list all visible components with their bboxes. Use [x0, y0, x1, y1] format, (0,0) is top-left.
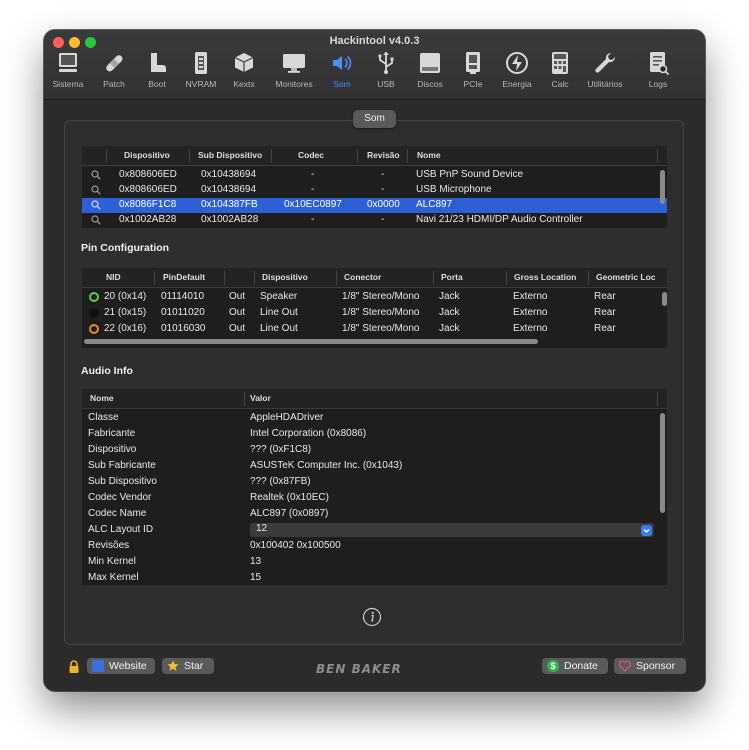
bandage-icon	[106, 55, 123, 72]
ben-baker-logo: BEN BAKER	[316, 662, 402, 676]
sponsor-button[interactable]: Sponsor	[614, 658, 686, 674]
audio-info-table[interactable]: Nome Valor Classe AppleHDADriver Fabrican…	[82, 389, 667, 585]
column-header-dispositivo[interactable]: Dispositivo	[262, 272, 308, 282]
info-icon[interactable]	[362, 607, 382, 627]
dollar-icon: $	[547, 660, 559, 672]
hackintool-window: Hackintool v4.0.3 Sistema Patch Boot NVR…	[44, 30, 705, 691]
info-row-codec-vendor[interactable]: Codec Vendor Realtek (0x10EC)	[82, 491, 667, 506]
pin-horizontal-scrollbar[interactable]	[84, 339, 538, 344]
sponsor-button-label: Sponsor	[636, 660, 676, 672]
info-row-sub-fabricante[interactable]: Sub Fabricante ASUSTeK Computer Inc. (0x1…	[82, 459, 667, 474]
audio-info-title: Audio Info	[81, 365, 133, 377]
globe-icon	[92, 660, 104, 672]
toolbar-item-monitores[interactable]: Monitores	[274, 50, 314, 89]
info-row-sub-dispositivo[interactable]: Sub Dispositivo??? (0x87FB)	[82, 475, 667, 490]
titlebar: Hackintool v4.0.3 Sistema Patch Boot NVR…	[44, 30, 705, 100]
lock-icon[interactable]	[68, 660, 80, 673]
column-header-dispositivo[interactable]: Dispositivo	[124, 150, 170, 160]
star-button[interactable]: Star	[162, 658, 214, 674]
pin-row[interactable]: 22 (0x16) 01016030 Out Line Out 1/8" Ste…	[82, 322, 667, 337]
pin-status-dot	[89, 308, 99, 318]
toolbar-label: Logs	[648, 79, 668, 89]
search-icon[interactable]	[91, 185, 101, 195]
info-row-max-kernel[interactable]: Max Kernel 15	[82, 571, 667, 585]
log-icon	[650, 52, 670, 76]
toolbar-item-utilitarios[interactable]: Utilitários	[585, 50, 625, 89]
energy-icon	[506, 52, 528, 74]
devices-vertical-scrollbar[interactable]	[660, 170, 665, 204]
website-button-label: Website	[109, 660, 147, 672]
column-header-revisao[interactable]: Revisão	[367, 150, 400, 160]
audio-info-header: Nome Valor	[82, 389, 667, 409]
pin-status-dot	[89, 324, 99, 334]
svg-text:$: $	[550, 661, 555, 671]
column-header-nome[interactable]: Nome	[90, 393, 114, 403]
disk-icon	[420, 53, 440, 73]
toolbar-item-sistema[interactable]: Sistema	[48, 50, 88, 89]
toolbar-label: Utilitários	[587, 79, 623, 89]
pin-row[interactable]: 20 (0x14) 01114010 Out Speaker 1/8" Ster…	[82, 290, 667, 305]
table-row-selected[interactable]: 0x8086F1C8 0x104387FB 0x10EC0897 0x0000 …	[82, 198, 667, 213]
info-row-revisoes[interactable]: Revisões 0x100402 0x100500	[82, 539, 667, 554]
pin-table-header: NID PinDefault Dispositivo Conector Port…	[82, 268, 667, 288]
toolbar: Sistema Patch Boot NVRAM Kexts Monitores…	[44, 50, 705, 98]
info-row-codec-name[interactable]: Codec Name ALC897 (0x0897)	[82, 507, 667, 522]
toolbar-item-calc[interactable]: Calc	[540, 50, 580, 89]
table-row[interactable]: 0x808606ED 0x10438694 - - USB Microphone	[82, 183, 667, 198]
website-button[interactable]: Website	[87, 658, 155, 674]
pcie-card-icon	[466, 52, 480, 74]
search-icon[interactable]	[91, 215, 101, 225]
alc-layout-id-select[interactable]: 12	[250, 523, 654, 537]
column-header-sub-dispositivo[interactable]: Sub Dispositivo	[198, 150, 262, 160]
info-row-alc-layout-id[interactable]: ALC Layout ID 12	[82, 523, 667, 538]
info-row-classe[interactable]: Classe AppleHDADriver	[82, 411, 667, 426]
donate-button-label: Donate	[564, 660, 598, 672]
table-row[interactable]: 0x808606ED 0x10438694 - - USB PnP Sound …	[82, 168, 667, 183]
column-header-codec[interactable]: Codec	[298, 150, 324, 160]
boot-icon	[151, 53, 166, 72]
info-row-fabricante[interactable]: Fabricante Intel Corporation (0x8086)	[82, 427, 667, 442]
search-icon[interactable]	[91, 170, 101, 180]
donate-button[interactable]: $ Donate	[542, 658, 608, 674]
column-header-gross-location[interactable]: Gross Location	[514, 272, 576, 282]
pin-vertical-scrollbar[interactable]	[662, 292, 667, 306]
toolbar-item-kexts[interactable]: Kexts	[224, 50, 264, 89]
star-button-label: Star	[184, 660, 204, 672]
star-icon	[167, 660, 179, 671]
column-header-valor[interactable]: Valor	[250, 393, 271, 403]
column-header-nome[interactable]: Nome	[417, 150, 441, 160]
column-header-conector[interactable]: Conector	[344, 272, 381, 282]
search-icon[interactable]	[91, 200, 101, 210]
footer-bar: Website Star BEN BAKER $ Donate Sponsor	[44, 655, 705, 681]
devices-table[interactable]: Dispositivo Sub Dispositivo Codec Revisã…	[82, 146, 667, 228]
toolbar-item-logs[interactable]: Logs	[638, 50, 678, 89]
usb-icon	[378, 52, 394, 74]
wrench-icon	[595, 52, 616, 73]
heart-icon	[619, 660, 631, 672]
calculator-icon	[552, 52, 568, 74]
column-header-nid[interactable]: NID	[106, 272, 121, 282]
pin-configuration-table[interactable]: NID PinDefault Dispositivo Conector Port…	[82, 268, 667, 348]
package-icon	[234, 53, 254, 72]
column-header-pindefault[interactable]: PinDefault	[163, 272, 205, 282]
info-row-dispositivo[interactable]: Dispositivo??? (0xF1C8)	[82, 443, 667, 458]
window-title: Hackintool v4.0.3	[329, 35, 420, 47]
devices-table-header: Dispositivo Sub Dispositivo Codec Revisã…	[82, 146, 667, 166]
table-row[interactable]: 0x1002AB28 0x1002AB28 - - Navi 21/23 HDM…	[82, 213, 667, 228]
monitor-icon	[283, 54, 305, 73]
pin-status-dot	[89, 292, 99, 302]
audio-info-vertical-scrollbar[interactable]	[660, 413, 665, 513]
column-header-geometric-location[interactable]: Geometric Loc	[596, 272, 656, 282]
chevron-down-icon[interactable]	[641, 524, 652, 536]
speaker-icon	[333, 55, 352, 71]
pin-configuration-title: Pin Configuration	[81, 242, 170, 254]
computer-icon	[59, 53, 77, 72]
memory-chip-icon	[195, 52, 207, 74]
column-header-porta[interactable]: Porta	[441, 272, 463, 282]
info-row-min-kernel[interactable]: Min Kernel 13	[82, 555, 667, 570]
tab-som[interactable]: Som	[353, 110, 396, 128]
pin-row[interactable]: 21 (0x15) 01011020 Out Line Out 1/8" Ste…	[82, 306, 667, 321]
